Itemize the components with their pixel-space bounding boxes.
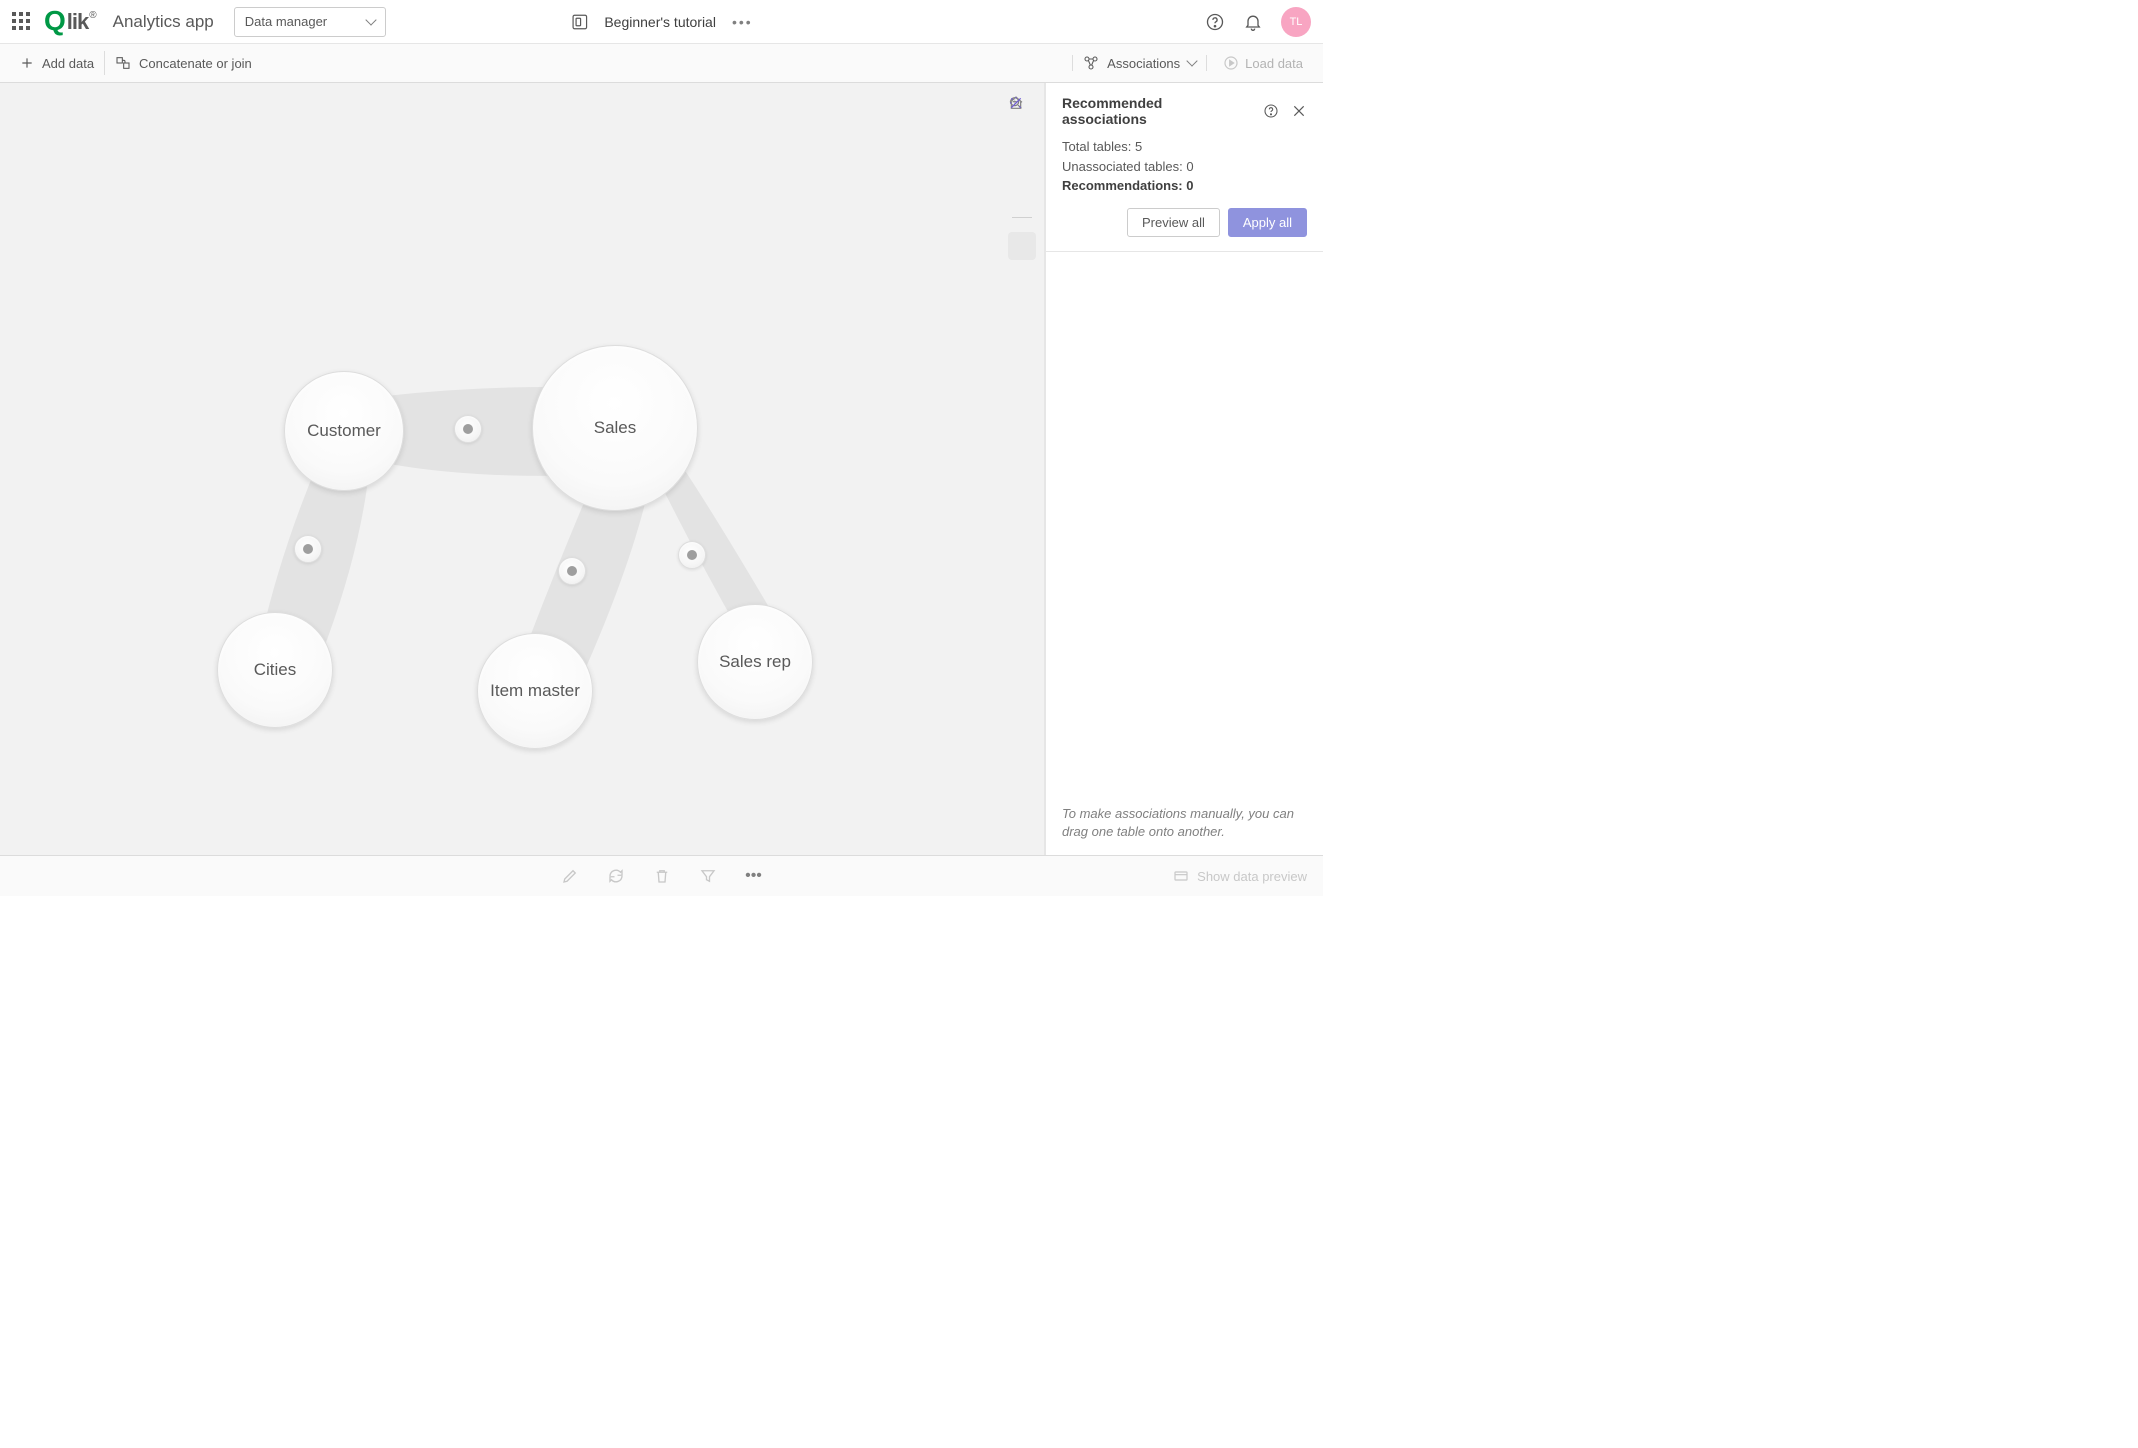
stat-value: 5 [1135,139,1142,154]
stat-value: 0 [1186,159,1193,174]
help-icon[interactable] [1263,103,1279,119]
stat-label: Recommendations: [1062,178,1183,193]
view-dropdown-label: Data manager [245,14,327,29]
app-header: Qlik® Analytics app Data manager Beginne… [0,0,1323,44]
table-bubble-customer[interactable]: Customer [284,371,404,491]
bubble-label: Customer [307,421,381,441]
load-data-button[interactable]: Load data [1213,55,1313,71]
bottom-bar: ••• Show data preview [0,855,1323,896]
associations-dropdown[interactable]: Associations [1072,55,1207,71]
association-node[interactable] [454,415,482,443]
view-dropdown[interactable]: Data manager [234,7,386,37]
concat-icon [115,55,131,71]
filter-icon[interactable] [699,867,717,885]
bubble-label: Item master [490,681,580,701]
close-icon[interactable] [1291,103,1307,119]
bubble-label: Cities [254,660,297,680]
user-avatar[interactable]: TL [1281,7,1311,37]
more-icon[interactable]: ••• [745,867,763,885]
chevron-down-icon [1186,55,1197,66]
qlik-logo[interactable]: Qlik® [44,6,97,38]
edit-icon[interactable] [561,867,579,885]
table-bubble-cities[interactable]: Cities [217,612,333,728]
associations-icon [1083,55,1099,71]
app-launcher-icon[interactable] [12,12,32,32]
chevron-down-icon [365,14,376,25]
play-circle-icon [1223,55,1239,71]
table-bubble-sales-rep[interactable]: Sales rep [697,604,813,720]
panel-stats: Total tables: 5 Unassociated tables: 0 R… [1046,135,1323,196]
canvas-tools [1008,95,1036,260]
preview-all-button[interactable]: Preview all [1127,208,1220,237]
associations-label: Associations [1107,56,1180,71]
concat-label: Concatenate or join [139,56,252,71]
panel-footer-hint: To make associations manually, you can d… [1046,791,1323,855]
association-node[interactable] [294,535,322,563]
toolbar: Add data Concatenate or join Association… [0,44,1323,83]
table-bubble-sales[interactable]: Sales [532,345,698,511]
table-bubble-item-master[interactable]: Item master [477,633,593,749]
add-data-button[interactable]: Add data [10,44,104,82]
load-data-label: Load data [1245,56,1303,71]
association-node[interactable] [558,557,586,585]
bubble-label: Sales rep [719,652,791,672]
panel-title: Recommended associations [1062,95,1251,127]
magic-recommend-icon[interactable] [1008,232,1036,260]
stat-label: Unassociated tables: [1062,159,1183,174]
stat-label: Total tables: [1062,139,1131,154]
bubble-label: Sales [594,418,637,438]
header-center: Beginner's tutorial ••• [570,13,752,31]
show-preview-label: Show data preview [1197,869,1307,884]
app-icon[interactable] [570,13,588,31]
help-icon[interactable] [1205,12,1225,32]
stat-value: 0 [1186,178,1193,193]
more-icon[interactable]: ••• [732,14,753,30]
add-data-label: Add data [42,56,94,71]
app-name: Analytics app [113,12,214,32]
show-data-preview-button[interactable]: Show data preview [1173,868,1323,884]
main-area: Customer Sales Cities Item master Sales … [0,83,1323,855]
strip-divider [1012,217,1032,218]
associations-canvas[interactable]: Customer Sales Cities Item master Sales … [0,83,1045,855]
concatenate-button[interactable]: Concatenate or join [105,44,262,82]
plus-icon [20,56,34,70]
bell-icon[interactable] [1243,12,1263,32]
tutorial-label[interactable]: Beginner's tutorial [604,14,716,30]
preview-icon [1173,868,1189,884]
delete-icon[interactable] [653,867,671,885]
zoom-in-icon[interactable] [1008,135,1036,163]
association-node[interactable] [678,541,706,569]
apply-all-button[interactable]: Apply all [1228,208,1307,237]
recommendations-panel: Recommended associations Total tables: 5… [1045,83,1323,855]
zoom-out-icon[interactable] [1008,175,1036,203]
refresh-icon[interactable] [607,867,625,885]
